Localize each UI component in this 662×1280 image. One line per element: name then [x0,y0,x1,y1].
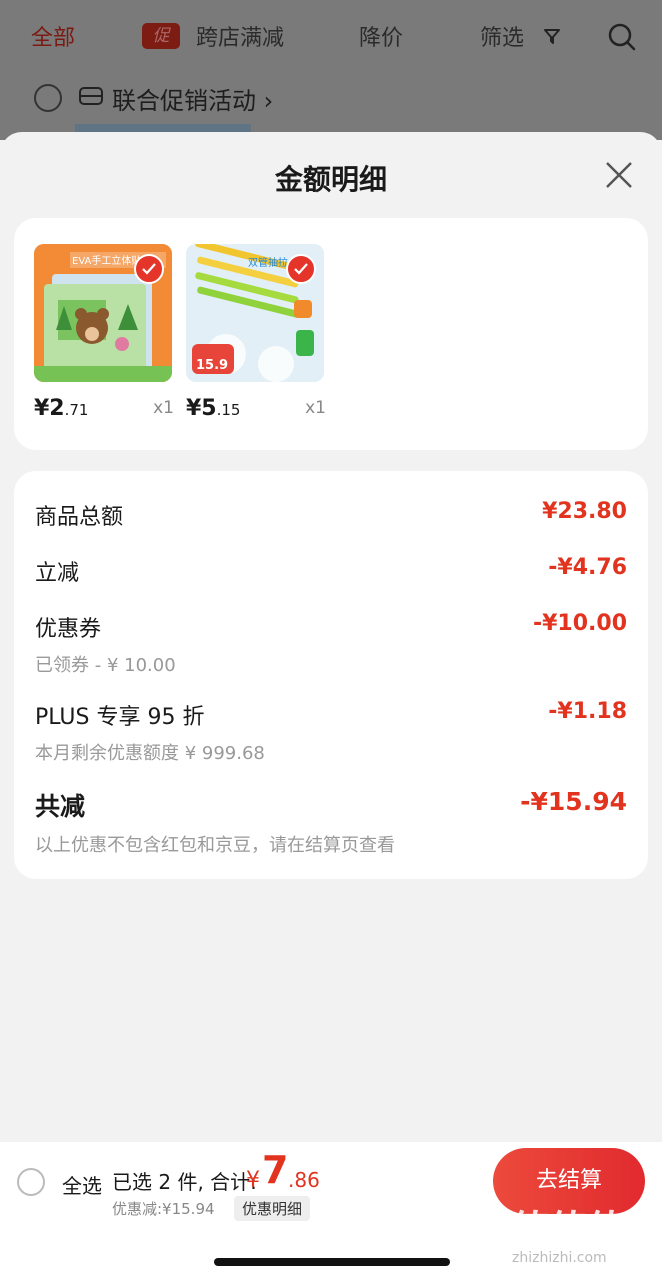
coupon-sub: 已领券 - ¥ 10.00 [35,655,176,676]
total-decimal: .86 [288,1168,320,1192]
union-promo-label: 联合促销活动 › [112,86,274,115]
plus-discount-label: PLUS 专享 95 折 [35,705,205,730]
sheet-title: 金额明细 [274,163,387,196]
select-all-radio[interactable] [17,1168,45,1196]
selected-summary: 已选 2 件, 合计: [112,1170,257,1194]
union-promo-row[interactable]: 联合促销活动 › [34,80,273,116]
home-indicator[interactable] [214,1258,450,1266]
tab-price-drop[interactable]: 降价 [359,20,403,52]
product-quantity: x1 [305,398,326,418]
product-price-row: ¥2.71 x1 [34,392,174,432]
checked-icon[interactable] [286,254,316,284]
tab-all[interactable]: 全部 [31,20,75,52]
instant-discount-row: 立减 -¥4.76 [35,555,627,587]
close-icon[interactable] [604,160,634,194]
amount-card: 商品总额 ¥23.80 立减 -¥4.76 优惠券 -¥10.00 已领券 - … [14,471,648,879]
plus-discount-row: PLUS 专享 95 折 -¥1.18 本月剩余优惠额度 ¥ 999.68 [35,699,627,765]
product-image-badge: 15.9 [196,358,229,373]
promo-badge: 促 [142,23,180,49]
coupon-row: 优惠券 -¥10.00 已领券 - ¥ 10.00 [35,611,627,677]
product-item[interactable]: EVA手工立体贴画 ¥2.71 x1 [34,244,174,432]
goods-total-row: 商品总额 ¥23.80 [35,499,627,531]
products-card: EVA手工立体贴画 ¥2.71 x1 双管抽拉水枪 15.9 ¥5.15 x1 [14,218,648,450]
instant-discount-label: 立减 [35,561,80,586]
product-image: EVA手工立体贴画 [34,244,172,382]
union-radio[interactable] [34,84,62,112]
select-all-label[interactable]: 全选 [62,1170,102,1199]
discount-note: 以上优惠不包含红包和京豆，请在结算页查看 [35,835,395,856]
total-discount-row: 共减 -¥15.94 以上优惠不包含红包和京豆，请在结算页查看 [35,787,627,857]
total-discount-value: -¥15.94 [520,787,627,816]
discount-summary: 优惠减:¥15.94 [112,1200,215,1218]
discount-detail-button[interactable]: 优惠明细 [234,1196,311,1221]
amount-detail-sheet: 金额明细 EVA手工立体贴画 ¥2.71 x1 双管抽拉水枪 15.9 ¥5.1… [0,132,662,1142]
watermark-url: zhizhizhi.com [512,1250,607,1266]
product-price: ¥2.71 [34,396,89,421]
coupon-value: -¥10.00 [532,611,627,636]
tab-cross-store[interactable]: 跨店满减 [196,20,284,52]
goods-total-value: ¥23.80 [542,499,627,524]
checked-icon[interactable] [134,254,164,284]
goods-total-label: 商品总额 [35,505,124,530]
plus-discount-sub: 本月剩余优惠额度 ¥ 999.68 [35,743,265,764]
funnel-icon[interactable] [543,28,561,50]
product-price: ¥5.15 [186,396,241,421]
total-currency: ¥ [246,1168,260,1193]
total-integer: 7 [262,1148,289,1192]
instant-discount-value: -¥4.76 [548,555,627,580]
product-quantity: x1 [153,398,174,418]
plus-discount-value: -¥1.18 [548,699,627,724]
product-price-row: ¥5.15 x1 [186,392,326,432]
tab-filter[interactable]: 筛选 [480,20,524,52]
search-icon[interactable] [607,22,637,56]
product-item[interactable]: 双管抽拉水枪 15.9 ¥5.15 x1 [186,244,326,432]
coupon-icon [78,85,104,111]
product-image: 双管抽拉水枪 15.9 [186,244,324,382]
watermark-logo: 值值值 [510,1208,626,1254]
filter-bar: 全部 促 跨店满减 降价 筛选 [0,0,662,72]
